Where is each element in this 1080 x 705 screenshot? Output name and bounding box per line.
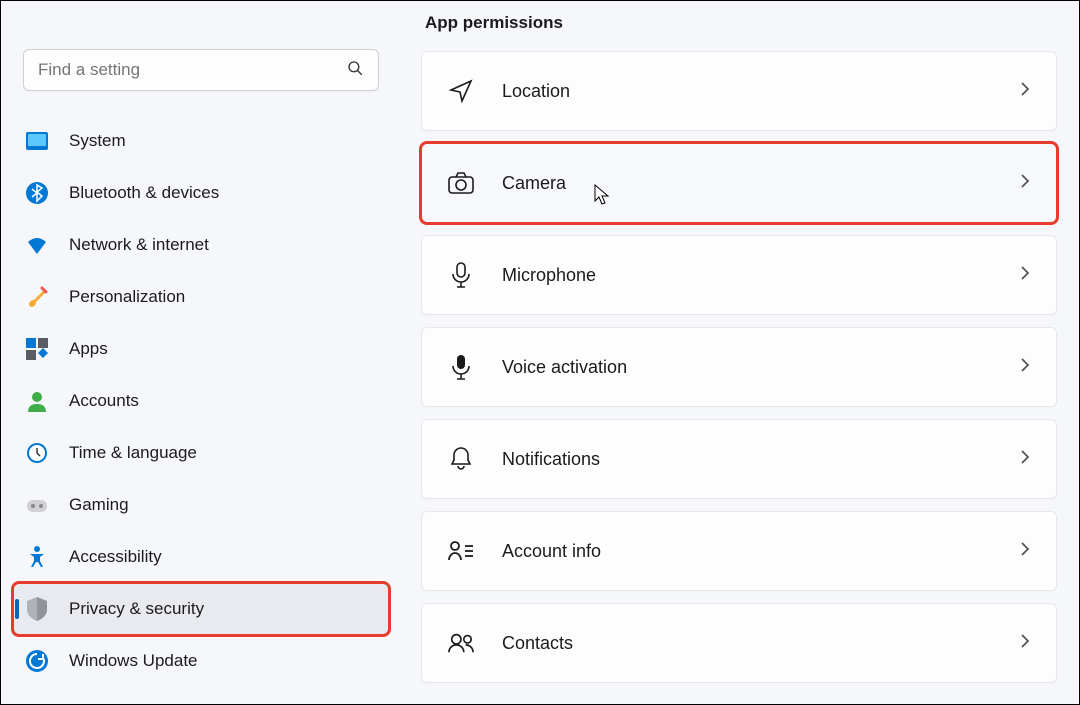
- permission-location[interactable]: Location: [421, 51, 1057, 131]
- shield-icon: [25, 597, 49, 621]
- chevron-right-icon: [1020, 633, 1030, 654]
- update-icon: [25, 649, 49, 673]
- voice-icon: [448, 354, 474, 380]
- permission-label: Account info: [502, 541, 1020, 562]
- sidebar-item-label: Privacy & security: [69, 599, 204, 619]
- microphone-icon: [448, 262, 474, 288]
- nav-list: System Bluetooth & devices Network & int…: [9, 115, 393, 687]
- sidebar-item-system[interactable]: System: [13, 115, 389, 167]
- main-content: App permissions Location Camera: [401, 1, 1079, 704]
- chevron-right-icon: [1020, 541, 1030, 562]
- permission-camera[interactable]: Camera: [421, 143, 1057, 223]
- permission-label: Contacts: [502, 633, 1020, 654]
- sidebar-item-personalization[interactable]: Personalization: [13, 271, 389, 323]
- sidebar-item-windows-update[interactable]: Windows Update: [13, 635, 389, 687]
- sidebar-item-privacy-security[interactable]: Privacy & security: [13, 583, 389, 635]
- sidebar-item-label: Time & language: [69, 443, 197, 463]
- permission-label: Notifications: [502, 449, 1020, 470]
- sidebar-item-apps[interactable]: Apps: [13, 323, 389, 375]
- account-info-icon: [448, 538, 474, 564]
- apps-icon: [25, 337, 49, 361]
- sidebar-item-network[interactable]: Network & internet: [13, 219, 389, 271]
- chevron-right-icon: [1020, 173, 1030, 194]
- permission-notifications[interactable]: Notifications: [421, 419, 1057, 499]
- permission-label: Camera: [502, 173, 1020, 194]
- accessibility-icon: [25, 545, 49, 569]
- sidebar-item-label: Apps: [69, 339, 108, 359]
- permission-label: Location: [502, 81, 1020, 102]
- account-icon: [25, 389, 49, 413]
- permission-account-info[interactable]: Account info: [421, 511, 1057, 591]
- chevron-right-icon: [1020, 449, 1030, 470]
- sidebar-item-label: Windows Update: [69, 651, 198, 671]
- sidebar-item-accounts[interactable]: Accounts: [13, 375, 389, 427]
- sidebar: System Bluetooth & devices Network & int…: [1, 1, 401, 704]
- camera-icon: [448, 170, 474, 196]
- permission-voice-activation[interactable]: Voice activation: [421, 327, 1057, 407]
- clock-icon: [25, 441, 49, 465]
- section-title: App permissions: [425, 13, 1057, 33]
- location-icon: [448, 78, 474, 104]
- sidebar-item-time-language[interactable]: Time & language: [13, 427, 389, 479]
- system-icon: [25, 129, 49, 153]
- chevron-right-icon: [1020, 81, 1030, 102]
- contacts-icon: [448, 630, 474, 656]
- brush-icon: [25, 285, 49, 309]
- permission-list: Location Camera Microphone: [421, 51, 1057, 683]
- chevron-right-icon: [1020, 357, 1030, 378]
- gaming-icon: [25, 493, 49, 517]
- sidebar-item-label: Bluetooth & devices: [69, 183, 219, 203]
- chevron-right-icon: [1020, 265, 1030, 286]
- sidebar-item-bluetooth[interactable]: Bluetooth & devices: [13, 167, 389, 219]
- permission-label: Voice activation: [502, 357, 1020, 378]
- sidebar-item-accessibility[interactable]: Accessibility: [13, 531, 389, 583]
- wifi-icon: [25, 233, 49, 257]
- bell-icon: [448, 446, 474, 472]
- sidebar-item-label: Gaming: [69, 495, 129, 515]
- sidebar-item-label: Network & internet: [69, 235, 209, 255]
- sidebar-item-label: System: [69, 131, 126, 151]
- permission-contacts[interactable]: Contacts: [421, 603, 1057, 683]
- sidebar-item-gaming[interactable]: Gaming: [13, 479, 389, 531]
- search-box[interactable]: [23, 49, 379, 91]
- sidebar-item-label: Accessibility: [69, 547, 162, 567]
- sidebar-item-label: Accounts: [69, 391, 139, 411]
- permission-label: Microphone: [502, 265, 1020, 286]
- sidebar-item-label: Personalization: [69, 287, 185, 307]
- permission-microphone[interactable]: Microphone: [421, 235, 1057, 315]
- search-input[interactable]: [38, 60, 346, 80]
- search-icon: [346, 59, 364, 82]
- bluetooth-icon: [25, 181, 49, 205]
